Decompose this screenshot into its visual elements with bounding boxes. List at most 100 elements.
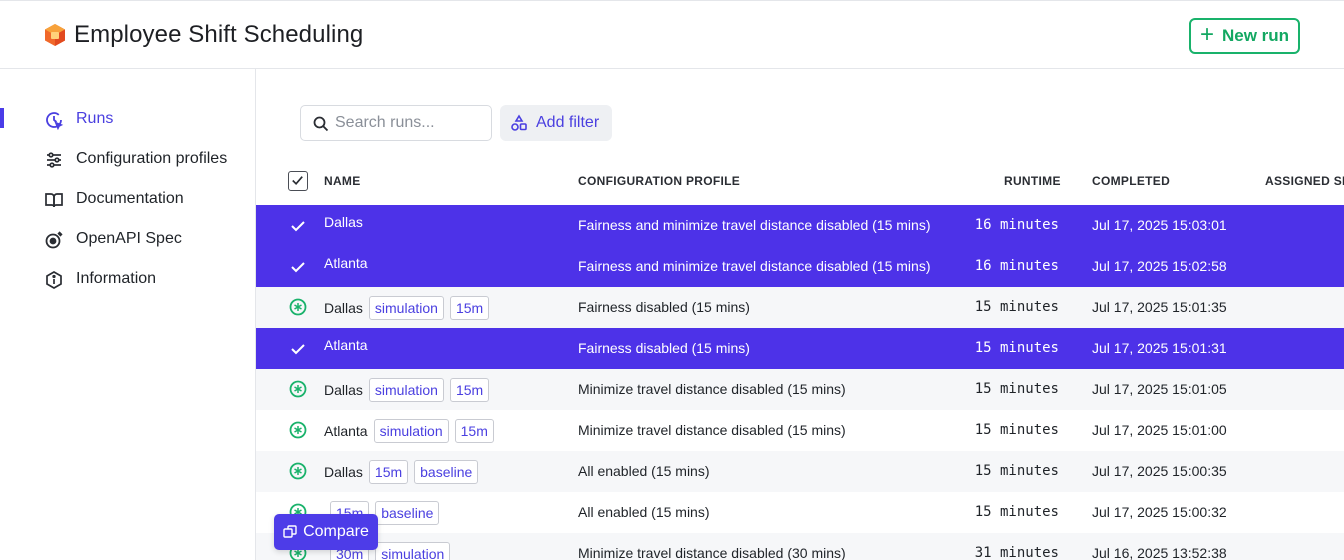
run-name-cell: Atlanta bbox=[324, 337, 368, 353]
configuration-profile-cell: Minimize travel distance disabled (30 mi… bbox=[578, 545, 846, 560]
status-success-icon bbox=[289, 462, 307, 480]
table-row[interactable]: Dallas Fairness and minimize travel dista… bbox=[256, 205, 1344, 246]
completed-cell: Jul 17, 2025 15:01:00 bbox=[1092, 422, 1227, 438]
runtime-cell: 16 minutes bbox=[974, 217, 1059, 233]
runtime-cell: 15 minutes bbox=[974, 340, 1059, 356]
sidebar-item-label: Configuration profiles bbox=[76, 150, 228, 167]
table-row[interactable]: 30m simulation Minimize travel distance di… bbox=[256, 533, 1344, 560]
run-tag[interactable]: baseline bbox=[375, 501, 440, 525]
configuration-profile-cell: Fairness and minimize travel distance di… bbox=[578, 217, 931, 233]
sidebar-item-label: Information bbox=[76, 270, 157, 287]
search-box[interactable] bbox=[300, 105, 492, 141]
run-tag[interactable]: 15m bbox=[368, 460, 409, 484]
compare-label: Compare bbox=[303, 523, 369, 540]
check-icon[interactable] bbox=[289, 340, 307, 358]
sidebar-item-configuration-profiles[interactable]: Configuration profiles bbox=[0, 142, 255, 176]
run-name[interactable]: Atlanta bbox=[324, 337, 368, 353]
runs-clock-icon bbox=[46, 112, 64, 130]
run-tag[interactable]: 15m bbox=[454, 419, 494, 443]
completed-cell: Jul 17, 2025 15:00:32 bbox=[1092, 504, 1227, 520]
run-name-cell: Atlanta simulation 15m bbox=[324, 419, 494, 443]
table-row[interactable]: Atlanta simulation 15m Minimize travel dist… bbox=[256, 410, 1344, 451]
run-name[interactable]: Atlanta bbox=[324, 255, 368, 271]
run-name[interactable]: Dallas bbox=[324, 464, 363, 480]
run-name-cell: Dallas simulation 15m bbox=[324, 296, 490, 320]
column-header-assigned-shifts[interactable]: ASSIGNED SH bbox=[1265, 174, 1344, 188]
run-tag[interactable]: simulation bbox=[373, 419, 449, 443]
table-row[interactable]: 15m baseline All enabled (15 mins) 15 minut… bbox=[256, 492, 1344, 533]
brand: Employee Shift Scheduling bbox=[44, 21, 363, 49]
sidebar-item-openapi-spec[interactable]: OpenAPI Spec bbox=[0, 222, 255, 256]
api-spec-icon bbox=[45, 231, 63, 249]
app-window: Employee Shift Scheduling + New run Runs… bbox=[0, 0, 1344, 560]
check-icon[interactable] bbox=[289, 258, 307, 276]
column-header-name[interactable]: NAME bbox=[324, 174, 361, 188]
run-tag[interactable]: 15m bbox=[449, 378, 490, 402]
search-icon bbox=[313, 116, 329, 132]
sidebar-item-label: OpenAPI Spec bbox=[76, 230, 182, 247]
completed-cell: Jul 17, 2025 15:02:58 bbox=[1092, 258, 1227, 274]
run-name[interactable]: Atlanta bbox=[324, 423, 368, 439]
run-tag[interactable]: baseline bbox=[414, 460, 479, 484]
check-icon bbox=[292, 176, 303, 186]
app-logo-icon bbox=[45, 24, 65, 46]
add-filter-button[interactable]: Add filter bbox=[500, 105, 612, 141]
sidebar: Runs Configuration profiles Documentatio… bbox=[0, 69, 256, 560]
run-tag[interactable]: 15m bbox=[449, 296, 490, 320]
configuration-profile-cell: Fairness disabled (15 mins) bbox=[578, 299, 750, 315]
plus-icon: + bbox=[1199, 21, 1214, 48]
add-filter-label: Add filter bbox=[536, 114, 600, 131]
configuration-profile-cell: Minimize travel distance disabled (15 mi… bbox=[578, 422, 846, 438]
completed-cell: Jul 17, 2025 15:01:05 bbox=[1092, 381, 1227, 397]
search-input[interactable] bbox=[335, 112, 485, 134]
completed-cell: Jul 17, 2025 15:01:31 bbox=[1092, 340, 1227, 356]
run-name-cell: Atlanta bbox=[324, 255, 368, 271]
status-success-icon bbox=[289, 298, 307, 316]
run-tag[interactable]: simulation bbox=[368, 296, 444, 320]
column-header-runtime[interactable]: RUNTIME bbox=[1004, 174, 1061, 188]
new-run-label: New run bbox=[1221, 26, 1290, 45]
table-row[interactable]: Dallas 15m baseline All enabled (15 mins) 15… bbox=[256, 451, 1344, 492]
table-row[interactable]: Atlanta Fairness and minimize travel dist… bbox=[256, 246, 1344, 287]
new-run-button[interactable]: + New run bbox=[1189, 18, 1300, 54]
runtime-cell: 16 minutes bbox=[974, 258, 1059, 274]
status-success-icon bbox=[289, 380, 307, 398]
completed-cell: Jul 17, 2025 15:03:01 bbox=[1092, 217, 1227, 233]
configuration-profile-cell: All enabled (15 mins) bbox=[578, 463, 710, 479]
status-success-icon bbox=[289, 421, 307, 439]
run-name[interactable]: Dallas bbox=[324, 300, 363, 316]
info-icon bbox=[46, 271, 62, 289]
run-tag[interactable]: simulation bbox=[368, 378, 444, 402]
table-row[interactable]: Dallas simulation 15m Fairness disabled (15… bbox=[256, 287, 1344, 328]
check-icon[interactable] bbox=[289, 217, 307, 235]
sidebar-item-label: Runs bbox=[76, 110, 114, 127]
select-all-checkbox[interactable] bbox=[288, 171, 308, 191]
book-icon bbox=[45, 193, 63, 208]
table-row[interactable]: Dallas simulation 15m Minimize travel dista… bbox=[256, 369, 1344, 410]
runtime-cell: 15 minutes bbox=[974, 381, 1059, 397]
copy-compare-icon bbox=[283, 525, 297, 538]
top-header: Employee Shift Scheduling + New run bbox=[0, 0, 1344, 69]
sidebar-item-label: Documentation bbox=[76, 190, 184, 207]
run-name-cell: Dallas bbox=[324, 214, 363, 230]
run-name[interactable]: Dallas bbox=[324, 214, 363, 230]
runtime-cell: 31 minutes bbox=[974, 545, 1059, 560]
configuration-profile-cell: Fairness and minimize travel distance di… bbox=[578, 258, 931, 274]
run-tag[interactable]: simulation bbox=[375, 542, 451, 560]
run-name[interactable]: Dallas bbox=[324, 382, 363, 398]
configuration-profile-cell: Minimize travel distance disabled (15 mi… bbox=[578, 381, 846, 397]
filter-shapes-icon bbox=[511, 114, 527, 131]
run-name-cell: Dallas simulation 15m bbox=[324, 378, 490, 402]
column-header-completed[interactable]: COMPLETED bbox=[1092, 174, 1170, 188]
configuration-profile-cell: All enabled (15 mins) bbox=[578, 504, 710, 520]
column-header-configuration-profile[interactable]: CONFIGURATION PROFILE bbox=[578, 174, 740, 188]
completed-cell: Jul 16, 2025 13:52:38 bbox=[1092, 545, 1227, 560]
sidebar-item-information[interactable]: Information bbox=[0, 262, 255, 296]
compare-button[interactable]: Compare bbox=[274, 514, 378, 550]
table-row[interactable]: Atlanta Fairness disabled (15 mins) 15 min… bbox=[256, 328, 1344, 369]
runtime-cell: 15 minutes bbox=[974, 504, 1059, 520]
configuration-profile-cell: Fairness disabled (15 mins) bbox=[578, 340, 750, 356]
runtime-cell: 15 minutes bbox=[974, 299, 1059, 315]
sidebar-item-runs[interactable]: Runs bbox=[0, 102, 255, 136]
sidebar-item-documentation[interactable]: Documentation bbox=[0, 182, 255, 216]
